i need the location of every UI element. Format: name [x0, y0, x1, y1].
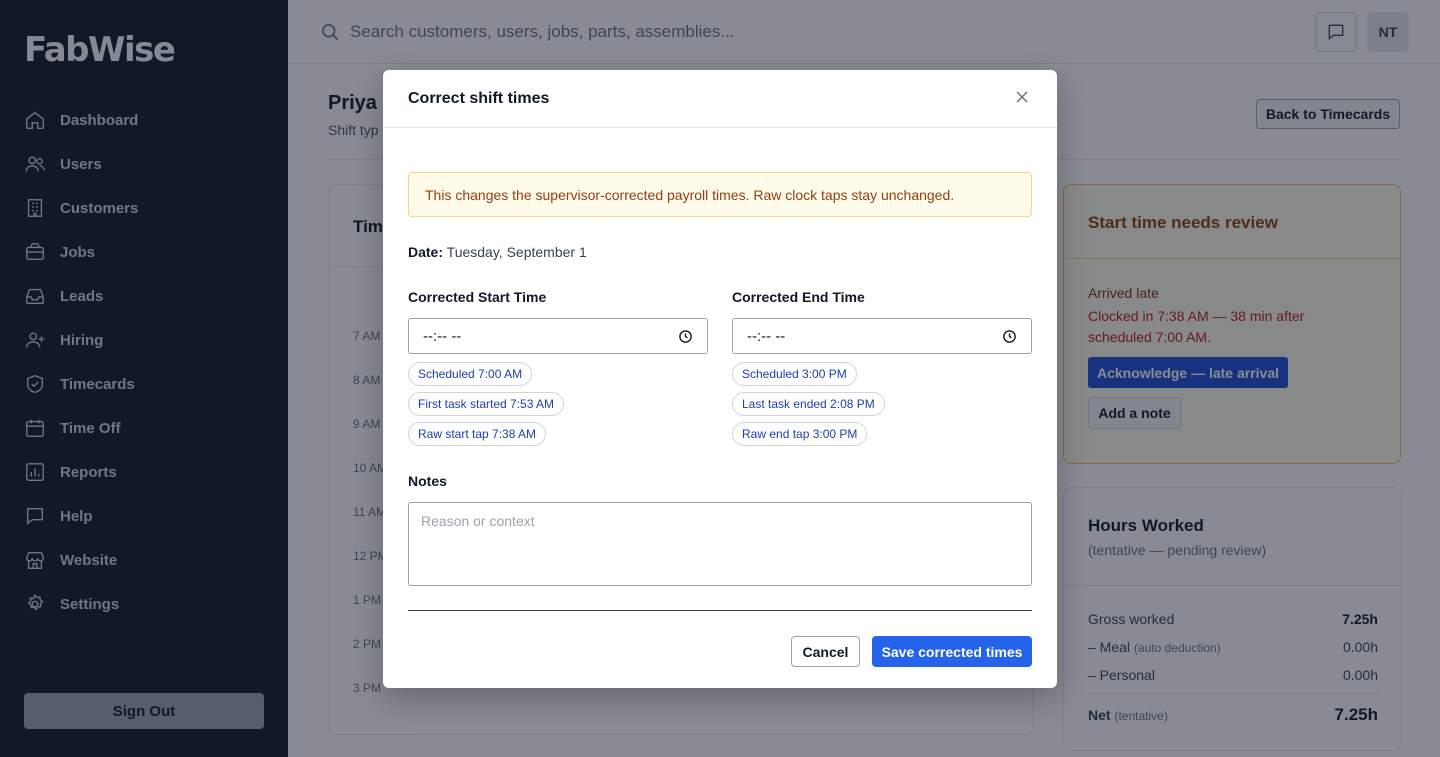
clock-icon[interactable]: [1002, 329, 1017, 344]
end-chip-raw-tap[interactable]: Raw end tap 3:00 PM: [732, 422, 868, 446]
start-time-input[interactable]: --:-- --: [408, 318, 708, 354]
end-time-input[interactable]: --:-- --: [732, 318, 1032, 354]
start-time-value: --:-- --: [423, 327, 462, 345]
close-icon[interactable]: [1012, 87, 1032, 107]
end-time-value: --:-- --: [747, 327, 786, 345]
end-chip-scheduled[interactable]: Scheduled 3:00 PM: [732, 362, 857, 386]
start-time-label: Corrected Start Time: [408, 289, 547, 305]
start-chip-scheduled[interactable]: Scheduled 7:00 AM: [408, 362, 533, 386]
end-time-label: Corrected End Time: [732, 289, 865, 305]
cancel-button[interactable]: Cancel: [791, 636, 860, 667]
correct-shift-modal: Correct shift times This changes the sup…: [383, 70, 1057, 688]
end-chip-last-task[interactable]: Last task ended 2:08 PM: [732, 392, 885, 416]
clock-icon[interactable]: [678, 329, 693, 344]
notes-label: Notes: [408, 473, 447, 489]
divider: [408, 610, 1032, 611]
warning-alert: This changes the supervisor-corrected pa…: [408, 172, 1032, 217]
save-corrected-times-button[interactable]: Save corrected times: [872, 636, 1032, 667]
start-chip-raw-tap[interactable]: Raw start tap 7:38 AM: [408, 422, 547, 446]
start-chip-first-task[interactable]: First task started 7:53 AM: [408, 392, 565, 416]
notes-textarea[interactable]: [408, 502, 1032, 586]
date-label: Date:: [408, 244, 444, 260]
divider: [383, 127, 1057, 128]
modal-title: Correct shift times: [408, 90, 550, 107]
date-value: Tuesday, September 1: [446, 244, 587, 260]
date-line: Date: Tuesday, September 1: [408, 244, 587, 260]
